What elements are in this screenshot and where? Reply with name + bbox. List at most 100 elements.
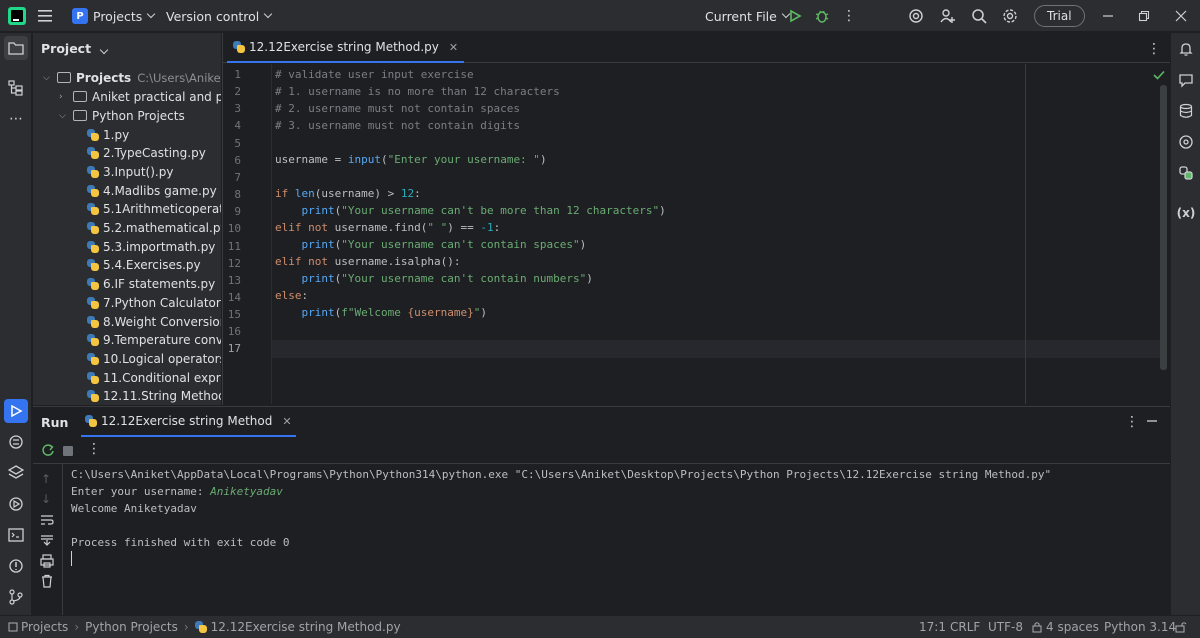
trial-button[interactable]: Trial — [1034, 5, 1085, 27]
python-file-icon — [87, 147, 99, 160]
scroll-to-end-button[interactable] — [40, 534, 54, 549]
run-tab[interactable]: 12.12Exercise string Method ✕ — [81, 407, 296, 437]
project-panel-header[interactable]: Project — [41, 41, 109, 56]
folder-icon — [73, 110, 87, 121]
editor-tab-label: 12.12Exercise string Method.py — [249, 40, 439, 54]
play-icon — [11, 404, 23, 418]
indent-setting[interactable]: 4 spaces — [1031, 616, 1099, 638]
terminal-button[interactable] — [4, 523, 28, 547]
tree-file[interactable]: 9.Temperature conversio — [87, 331, 221, 350]
line-separator[interactable]: CRLF — [950, 616, 980, 638]
variables-button[interactable]: (x) — [1174, 201, 1198, 225]
line-number: 10 — [227, 222, 241, 236]
ai-assistant-button[interactable] — [908, 0, 924, 32]
run-more-button[interactable]: ⋮ — [87, 441, 101, 457]
database-button[interactable] — [1174, 99, 1198, 123]
restore-button[interactable] — [1138, 0, 1150, 32]
editor-tab[interactable]: 12.12Exercise string Method.py ✕ — [227, 33, 465, 63]
tree-file[interactable]: 1.py — [87, 125, 129, 144]
hide-panel-button[interactable] — [1145, 413, 1159, 430]
console-command-line: C:\Users\Aniket\AppData\Local\Programs\P… — [71, 468, 1052, 481]
sciview-button[interactable] — [1174, 130, 1198, 154]
close-tab-icon[interactable]: ✕ — [449, 41, 458, 54]
rerun-button[interactable] — [41, 443, 55, 460]
tree-folder-aniket-practical[interactable]: › Aniket practical and project — [59, 87, 221, 106]
services-button[interactable] — [4, 461, 28, 485]
tree-file[interactable]: 4.Madlibs game.py — [87, 181, 217, 200]
notifications-button[interactable] — [1174, 37, 1198, 61]
run-button[interactable] — [788, 0, 802, 32]
tree-file[interactable]: 11.Conditional expressio — [87, 368, 221, 387]
more-actions-button[interactable]: ⋮ — [842, 0, 856, 32]
tree-file[interactable]: 8.Weight Conversion pro — [87, 312, 221, 331]
structure-tool-button[interactable] — [4, 76, 28, 100]
code-line-4: # 3. username must not contain digits — [275, 119, 521, 132]
project-tool-button[interactable] — [4, 36, 28, 60]
more-vertical-icon: ⋮ — [842, 8, 856, 24]
breadcrumb-item-projects[interactable]: Projects — [21, 620, 68, 634]
tree-file[interactable]: 5.1Arithmeticoperators.p — [87, 200, 221, 219]
main-menu-button[interactable] — [38, 0, 52, 32]
tree-file[interactable]: 2.TypeCasting.py — [87, 144, 206, 163]
breadcrumb-item-file[interactable]: 12.12Exercise string Method.py — [211, 620, 401, 634]
debug-button[interactable] — [814, 0, 830, 32]
debug-tool-button[interactable] — [4, 492, 28, 516]
tree-folder-python-projects[interactable]: ⌵ Python Projects — [59, 106, 185, 125]
print-button[interactable] — [40, 554, 54, 571]
code-line-15: print(f"Welcome {username}") — [301, 306, 487, 319]
inspection-ok-icon[interactable] — [1153, 69, 1165, 83]
more-tools-button[interactable]: ⋯ — [4, 107, 28, 131]
python-packages-right-button[interactable] — [1174, 161, 1198, 185]
soft-wrap-button[interactable] — [40, 514, 54, 529]
run-config-label: Current File — [705, 8, 777, 24]
tree-file[interactable]: 5.4.Exercises.py — [87, 256, 201, 275]
minimize-button[interactable] — [1102, 0, 1114, 32]
title-bar: P Projects Version control Current File … — [0, 0, 1200, 32]
module-icon — [8, 622, 18, 632]
search-button[interactable] — [971, 0, 987, 32]
file-encoding[interactable]: UTF-8 — [988, 616, 1023, 638]
tree-file[interactable]: 5.2.mathematical.py — [87, 219, 221, 238]
stop-button[interactable] — [63, 446, 73, 456]
search-icon — [972, 9, 987, 24]
version-control-menu[interactable]: Version control — [166, 0, 273, 32]
lock-status-button[interactable] — [1175, 616, 1187, 638]
run-config-selector[interactable]: Current File — [705, 0, 791, 32]
tree-file[interactable]: 3.Input().py — [87, 162, 173, 181]
code-line-3: # 2. username must not contain spaces — [275, 102, 521, 115]
layers-icon — [8, 465, 24, 479]
project-switcher[interactable]: P Projects — [72, 0, 156, 32]
tab-more-button[interactable]: ⋮ — [1147, 41, 1161, 57]
expanded-arrow-icon: ⌵ — [59, 110, 66, 121]
indent-label: 4 spaces — [1046, 620, 1099, 634]
tree-file[interactable]: 5.3.importmath.py — [87, 237, 215, 256]
settings-button[interactable] — [1002, 0, 1018, 32]
tree-file[interactable]: 6.IF statements.py — [87, 275, 215, 294]
ai-chat-button[interactable] — [1174, 68, 1198, 92]
breadcrumb-item-python-projects[interactable]: Python Projects — [85, 620, 178, 634]
scroll-down-button[interactable]: ↓ — [41, 492, 51, 506]
tree-file[interactable]: 12.11.String Method.py — [87, 387, 221, 405]
close-tab-icon[interactable]: ✕ — [282, 415, 291, 428]
run-tool-button[interactable] — [4, 399, 28, 423]
run-options-button[interactable]: ⋮ — [1125, 414, 1139, 430]
editor-scrollbar[interactable] — [1160, 85, 1167, 370]
python-interpreter[interactable]: Python 3.14 — [1104, 616, 1176, 638]
project-panel-title: Project — [41, 41, 92, 56]
python-file-icon — [233, 41, 245, 53]
python-packages-button[interactable] — [4, 430, 28, 454]
tree-file[interactable]: 10.Logical operators.py — [87, 349, 221, 368]
scroll-up-button[interactable]: ↑ — [41, 472, 51, 486]
tree-root-projects[interactable]: ⌵ Projects C:\Users\Aniket\Desk — [43, 68, 221, 87]
caret-position[interactable]: 17:1 — [919, 616, 946, 638]
git-button[interactable] — [4, 585, 28, 609]
close-window-button[interactable] — [1175, 0, 1187, 32]
code-line-9: print("Your username can't be more than … — [301, 204, 666, 217]
clear-console-button[interactable] — [40, 574, 54, 591]
ai-spiral-icon — [909, 9, 923, 23]
python-console-icon — [9, 435, 23, 449]
add-user-button[interactable] — [940, 0, 956, 32]
folder-icon — [57, 72, 71, 83]
problems-button[interactable] — [4, 554, 28, 578]
tree-file[interactable]: 7.Python Calculator Prog — [87, 293, 221, 312]
